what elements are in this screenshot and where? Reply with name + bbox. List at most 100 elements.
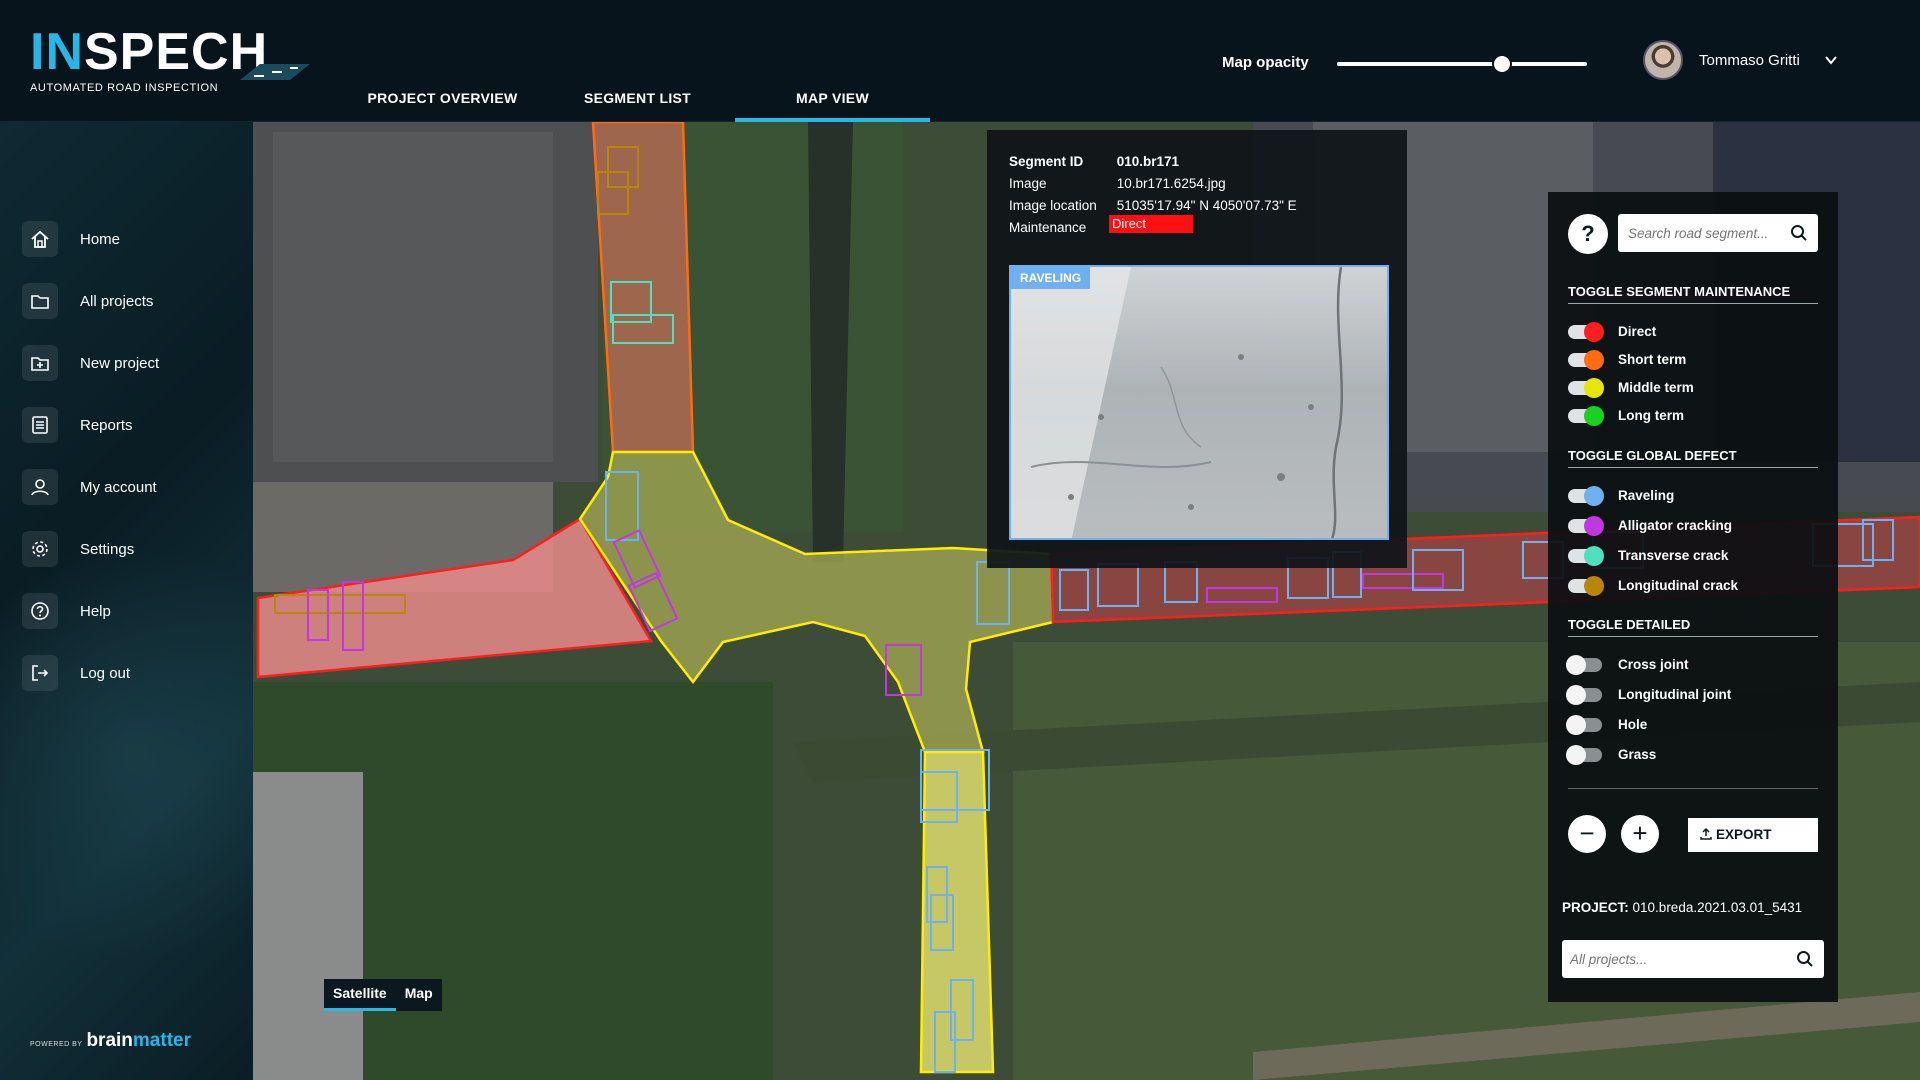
- slider-fill: [1337, 62, 1502, 66]
- inspech-logo[interactable]: INSPECH AUTOMATED ROAD INSPECTION: [30, 23, 310, 94]
- tab-segment-list[interactable]: SEGMENT LIST: [540, 84, 735, 122]
- sidebar-item-my-account[interactable]: My account: [22, 456, 159, 518]
- building-roof: [253, 772, 363, 1080]
- toggle-maintenance-direct[interactable]: Direct: [1568, 321, 1657, 342]
- toggle-label: Longitudinal joint: [1618, 687, 1732, 702]
- sidebar-item-help[interactable]: Help: [22, 580, 159, 642]
- toggle-knob: [1566, 714, 1586, 735]
- folder-icon: [22, 283, 58, 319]
- toggle-switch[interactable]: [1566, 714, 1602, 735]
- toggle-switch[interactable]: [1568, 485, 1604, 506]
- toggle-detailed-grass[interactable]: Grass: [1566, 744, 1656, 765]
- toggle-label: Hole: [1618, 717, 1648, 732]
- map-opacity-label: Map opacity: [1222, 54, 1309, 71]
- sidebar-item-label: Home: [80, 230, 121, 248]
- sidebar-item-label: All projects: [80, 292, 154, 310]
- sidebar-item-home[interactable]: Home: [22, 208, 159, 270]
- avatar: [1643, 40, 1683, 80]
- toggle-detailed-longitudinal-joint[interactable]: Longitudinal joint: [1566, 684, 1732, 705]
- zoom-in-button[interactable]: +: [1621, 815, 1659, 853]
- road-segment-search: [1618, 214, 1818, 252]
- toggle-knob: [1584, 349, 1604, 370]
- map-type-switch: Satellite Map: [324, 979, 442, 1011]
- upload-icon: [1700, 828, 1712, 840]
- map-view[interactable]: Satellite Map Segment ID 010.br171 Image…: [253, 122, 1920, 1080]
- toggle-switch[interactable]: [1568, 321, 1604, 342]
- toggle-maintenance-short-term[interactable]: Short term: [1568, 349, 1687, 370]
- satellite-toggle[interactable]: Satellite: [324, 979, 396, 1011]
- toggle-switch[interactable]: [1566, 654, 1602, 675]
- toggle-maintenance-long-term[interactable]: Long term: [1568, 405, 1684, 426]
- defect-tag: RAVELING: [1011, 267, 1091, 289]
- powered-by-brainmatter[interactable]: POWERED BY brain matter: [30, 1030, 191, 1052]
- toggle-defect-raveling[interactable]: Raveling: [1568, 485, 1675, 506]
- sidebar-item-all-projects[interactable]: All projects: [22, 270, 159, 332]
- layer-control-panel: ? TOGGLE SEGMENT MAINTENANCE Direct Short…: [1548, 192, 1838, 878]
- slider-thumb[interactable]: [1494, 56, 1510, 72]
- sidebar-item-reports[interactable]: Reports: [22, 394, 159, 456]
- project-label: PROJECT:: [1562, 900, 1629, 915]
- toggle-detailed-title: TOGGLE DETAILED: [1568, 617, 1818, 637]
- toggle-maintenance-middle-term[interactable]: Middle term: [1568, 377, 1694, 398]
- toggle-switch[interactable]: [1568, 575, 1604, 596]
- toggle-knob: [1584, 575, 1604, 596]
- toggle-global-defect-title: TOGGLE GLOBAL DEFECT: [1568, 448, 1818, 468]
- toggle-knob: [1584, 377, 1604, 398]
- image-label: Image: [1009, 176, 1047, 191]
- segment-id-label: Segment ID: [1009, 154, 1084, 169]
- toggle-switch[interactable]: [1568, 515, 1604, 536]
- user-menu[interactable]: Tommaso Gritti: [1643, 40, 1838, 80]
- toggle-label: Longitudinal crack: [1618, 578, 1739, 593]
- toggle-knob: [1584, 405, 1604, 426]
- export-button[interactable]: EXPORT: [1688, 818, 1818, 852]
- toggle-defect-transverse-crack[interactable]: Transverse crack: [1568, 545, 1729, 566]
- main-tabs: PROJECT OVERVIEW SEGMENT LIST MAP VIEW: [345, 84, 930, 122]
- toggle-switch[interactable]: [1566, 744, 1602, 765]
- chevron-down-icon[interactable]: [1824, 53, 1838, 67]
- map-opacity-slider[interactable]: [1337, 56, 1587, 72]
- user-icon: [22, 469, 58, 505]
- report-icon: [22, 407, 58, 443]
- toggle-switch[interactable]: [1568, 349, 1604, 370]
- logo-in: IN: [30, 23, 84, 81]
- project-search-input[interactable]: [1562, 940, 1782, 978]
- building-roof: [273, 132, 553, 462]
- toggle-switch[interactable]: [1566, 684, 1602, 705]
- toggle-switch[interactable]: [1568, 405, 1604, 426]
- toggle-label: Direct: [1618, 324, 1657, 339]
- sidebar-item-label: My account: [80, 478, 157, 496]
- tab-project-overview[interactable]: PROJECT OVERVIEW: [345, 84, 540, 122]
- toggle-knob: [1584, 485, 1604, 506]
- help-button[interactable]: ?: [1568, 214, 1608, 254]
- toggle-detailed-cross-joint[interactable]: Cross joint: [1566, 654, 1689, 675]
- search-icon[interactable]: [1796, 950, 1814, 968]
- toggle-label: Transverse crack: [1618, 548, 1729, 563]
- project-panel: PROJECT: 010.breda.2021.03.01_5431: [1548, 878, 1838, 1002]
- gear-icon: [22, 531, 58, 567]
- sidebar-item-settings[interactable]: Settings: [22, 518, 159, 580]
- toggle-knob: [1584, 515, 1604, 536]
- toggle-detailed-hole[interactable]: Hole: [1566, 714, 1648, 735]
- toggle-defect-longitudinal-crack[interactable]: Longitudinal crack: [1568, 575, 1739, 596]
- tab-map-view[interactable]: MAP VIEW: [735, 84, 930, 122]
- road-segment-search-input[interactable]: [1618, 214, 1778, 252]
- asphalt-texture: [1011, 267, 1344, 538]
- map-toggle[interactable]: Map: [396, 979, 442, 1011]
- search-icon[interactable]: [1790, 224, 1808, 242]
- toggle-defect-alligator-cracking[interactable]: Alligator cracking: [1568, 515, 1732, 536]
- toggle-label: Cross joint: [1618, 657, 1689, 672]
- road-photo[interactable]: RAVELING: [1009, 265, 1389, 540]
- help-circle-icon: [22, 593, 58, 629]
- panel-divider: [1568, 788, 1818, 789]
- toggle-label: Short term: [1618, 352, 1687, 367]
- toggle-label: Raveling: [1618, 488, 1675, 503]
- sidebar-item-new-project[interactable]: New project: [22, 332, 159, 394]
- toggle-knob: [1584, 545, 1604, 566]
- image-value: 10.br171.6254.jpg: [1116, 176, 1226, 191]
- toggle-switch[interactable]: [1568, 545, 1604, 566]
- zoom-out-button[interactable]: −: [1568, 815, 1606, 853]
- toggle-switch[interactable]: [1568, 377, 1604, 398]
- toggle-knob: [1566, 684, 1586, 705]
- sidebar-item-log-out[interactable]: Log out: [22, 642, 159, 704]
- home-icon: [22, 221, 58, 257]
